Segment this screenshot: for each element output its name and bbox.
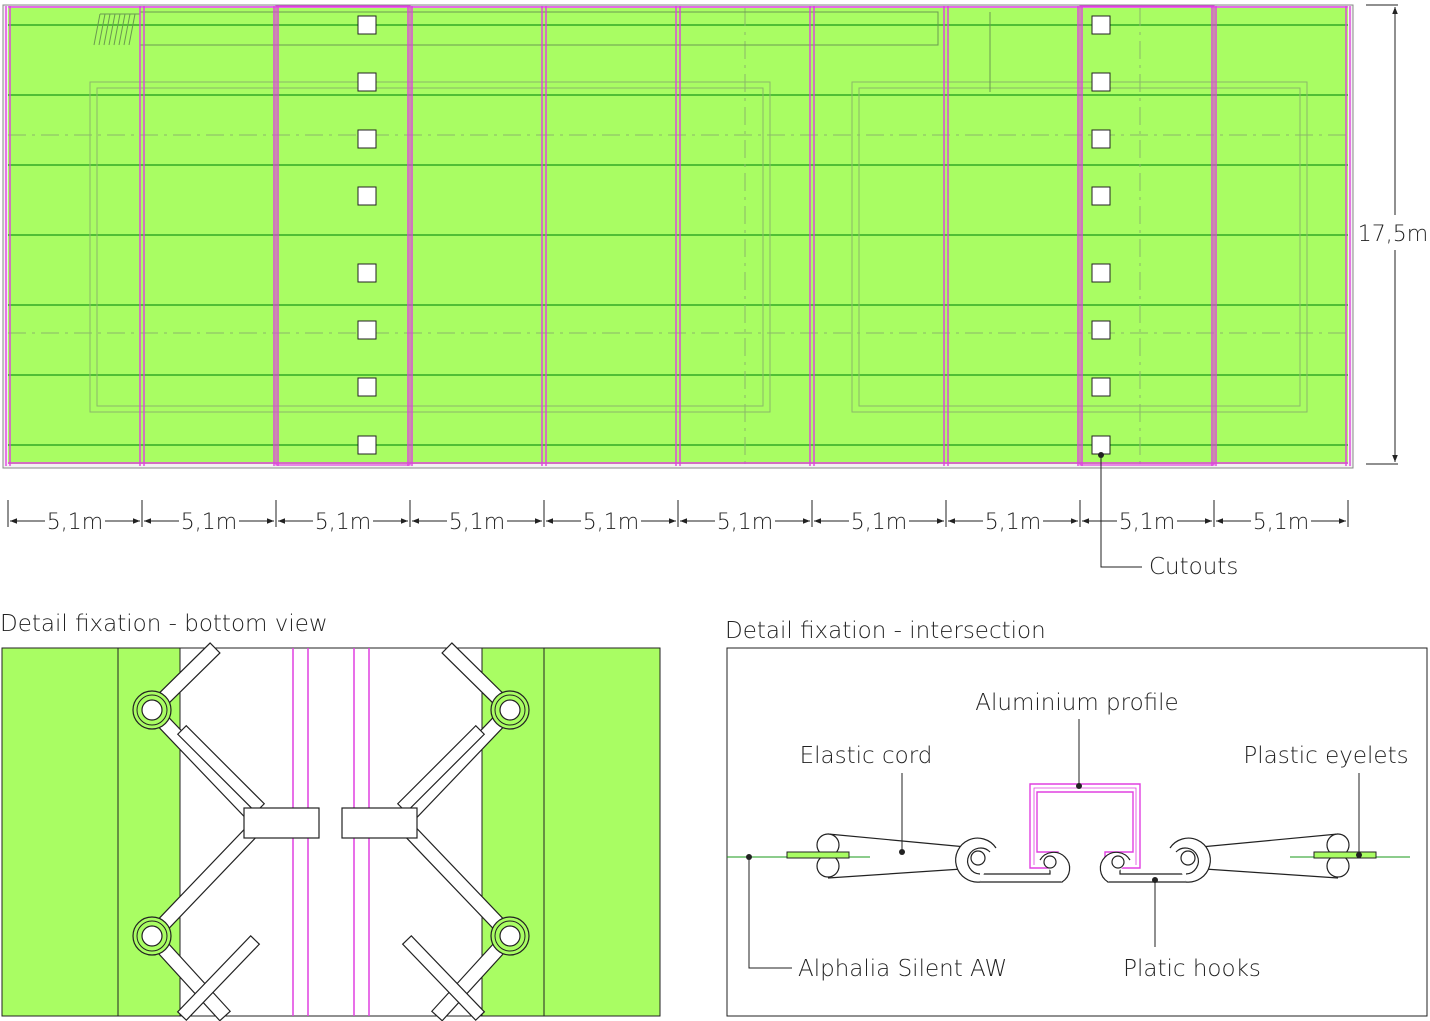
intersection-detail: Aluminium profile Elastic cord Plastic e… (726, 647, 1428, 1017)
ceiling-panel-area (8, 8, 1348, 464)
cutout (1091, 263, 1111, 283)
width-dimensions: 5,1m 5,1m 5,1m 5,1m 5,1m 5,1m 5,1m 5,1m 5,1m 5,1m (7, 500, 1349, 535)
cutout (1091, 435, 1111, 455)
bottom-view-title: Detail fixation - bottom view (0, 611, 328, 637)
width-dimension-label: 5,1m (1253, 510, 1309, 535)
eyelet (490, 916, 530, 956)
cutout (357, 263, 377, 283)
aluminium-profile-label: Aluminium profile (975, 690, 1178, 716)
eyelet (132, 690, 172, 730)
width-dimension-label: 5,1m (315, 510, 371, 535)
width-dimension-label: 5,1m (449, 510, 505, 535)
hook-right (341, 807, 418, 839)
cutout (1091, 72, 1111, 92)
cutout (357, 186, 377, 206)
width-dimension-label: 5,1m (181, 510, 237, 535)
cutout (1091, 15, 1111, 35)
height-dimension: 17,5m (1358, 4, 1428, 465)
plastic-eyelet-right (1313, 851, 1377, 859)
width-dimension-label: 5,1m (985, 510, 1041, 535)
width-dimension-label: 5,1m (851, 510, 907, 535)
cutout (357, 15, 377, 35)
cutout (1091, 320, 1111, 340)
width-dimension-label: 5,1m (1119, 510, 1175, 535)
hook-left (243, 807, 320, 839)
cutout (357, 72, 377, 92)
cutouts-label: Cutouts (1149, 554, 1238, 580)
width-dimension-label: 5,1m (47, 510, 103, 535)
eyelet (490, 690, 530, 730)
plastic-eyelets-label: Plastic eyelets (1243, 743, 1408, 769)
cutout (1091, 186, 1111, 206)
height-dimension-label: 17,5m (1358, 222, 1428, 247)
plastic-eyelet-left (786, 851, 850, 859)
alphalia-label: Alphalia Silent AW (798, 956, 1007, 982)
cutout (357, 320, 377, 340)
elastic-cord-label: Elastic cord (800, 743, 933, 769)
width-dimension-label: 5,1m (717, 510, 773, 535)
cutout (1091, 377, 1111, 397)
fixation-drawing: 17,5m 5,1m 5,1m 5,1m 5,1m 5,1m 5,1m 5,1m 5,1m 5,… (0, 4, 1428, 1021)
intersection-title: Detail fixation - intersection (725, 618, 1046, 644)
width-dimension-label: 5,1m (583, 510, 639, 535)
plastic-hooks-label: Platic hooks (1123, 956, 1261, 982)
eyelet (132, 916, 172, 956)
cutout (357, 435, 377, 455)
bottom-view-detail (1, 642, 661, 1021)
ceiling-plan-view: 17,5m 5,1m 5,1m 5,1m 5,1m 5,1m 5,1m 5,1m 5,1m 5,… (2, 4, 1428, 580)
cutout (1091, 129, 1111, 149)
cutout (357, 377, 377, 397)
cutout (357, 129, 377, 149)
